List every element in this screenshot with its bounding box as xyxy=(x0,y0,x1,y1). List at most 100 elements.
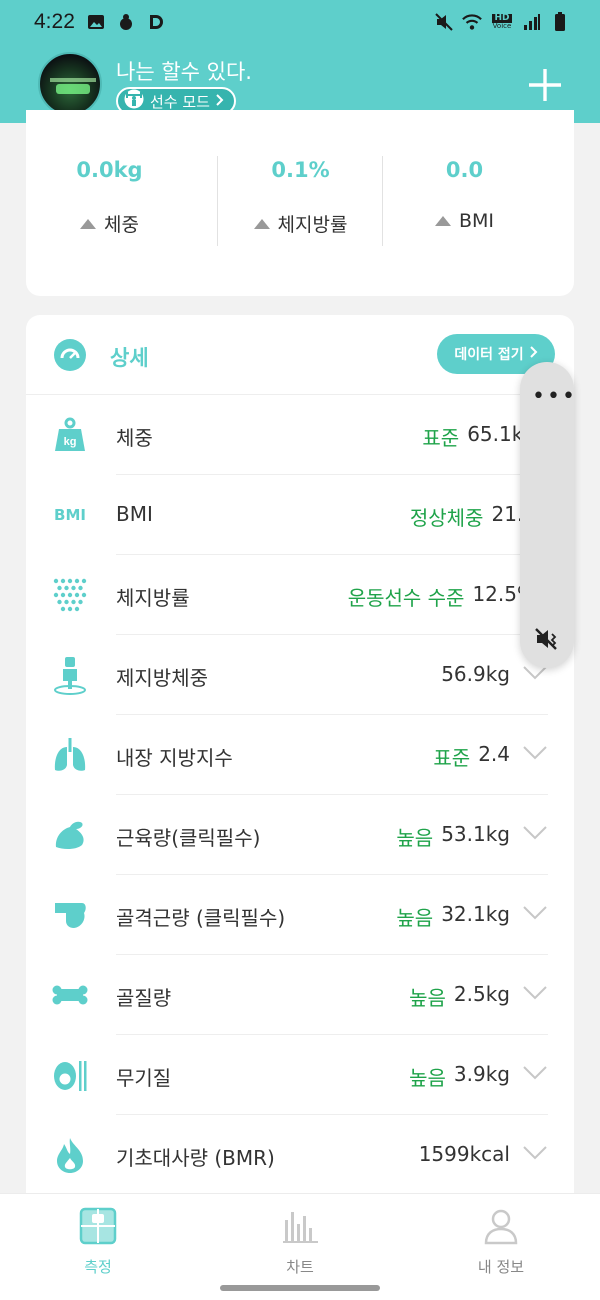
metric-row-body-fat[interactable]: 체지방률 운동선수 수준 12.5% xyxy=(26,555,574,635)
nav-label: 내 정보 xyxy=(477,1258,525,1276)
metric-value: 2.5kg xyxy=(453,982,510,1006)
vibrate-mute-icon[interactable] xyxy=(534,626,560,652)
chevron-down-icon xyxy=(523,1146,547,1160)
metric-label: 골격근량 (클릭필수) xyxy=(116,906,286,930)
nav-label: 측정 xyxy=(84,1258,112,1276)
metric-label: 체지방률 xyxy=(116,586,190,610)
d-app-icon xyxy=(146,12,166,32)
metric-label: 제지방체중 xyxy=(116,666,208,690)
chevron-down-icon xyxy=(523,906,547,920)
triangle-up-icon xyxy=(80,218,97,229)
home-indicator[interactable] xyxy=(220,1285,380,1291)
bmi-icon: BMI xyxy=(54,506,86,524)
avatar[interactable] xyxy=(38,52,102,116)
svg-text:kg: kg xyxy=(64,436,77,448)
nav-my-info[interactable]: 내 정보 xyxy=(441,1206,561,1277)
metric-status: 높음 xyxy=(396,906,434,930)
metric-label: 골질량 xyxy=(116,986,172,1010)
app-header: 4:22 HD Voice 나는 할수 있다. 선수 모드 xyxy=(0,0,600,123)
chevron-down-icon xyxy=(523,826,547,840)
signal-icon xyxy=(522,12,542,32)
person-pin-icon xyxy=(50,655,90,695)
nav-label: 차트 xyxy=(286,1258,314,1276)
chevron-right-icon xyxy=(216,92,224,110)
gauge-icon xyxy=(54,339,86,371)
metric-value: 32.1kg xyxy=(441,902,510,926)
metric-status: 정상체중 xyxy=(409,506,484,530)
metric-status: 높음 xyxy=(409,986,446,1010)
scale-icon xyxy=(78,1206,118,1246)
metric-label: BMI xyxy=(116,502,153,526)
triangle-up-icon xyxy=(253,218,270,229)
summary-bmi: 0.0 BMI xyxy=(382,158,547,232)
summary-value: 0.1% xyxy=(271,158,330,182)
status-bar: 4:22 HD Voice xyxy=(0,0,600,46)
summary-value: 0.0 xyxy=(445,158,484,182)
dots-icon xyxy=(50,575,90,615)
metric-label: 체중 xyxy=(116,426,153,450)
metric-label: 기초대사량 (BMR) xyxy=(116,1146,275,1170)
summary-value: 0.0kg xyxy=(76,158,143,182)
plus-icon xyxy=(526,69,564,108)
muscle-icon xyxy=(50,815,90,855)
metric-value: 1599kcal xyxy=(418,1142,510,1166)
summary-weight: 0.0kg 체중 xyxy=(27,158,192,237)
metric-label: 무기질 xyxy=(116,1066,172,1090)
metric-status: 표준 xyxy=(433,746,471,770)
metric-value: 56.9kg xyxy=(441,662,510,686)
metric-label: 내장 지방지수 xyxy=(116,746,233,770)
metric-status: 높음 xyxy=(396,826,434,850)
chevron-down-icon xyxy=(523,986,547,1000)
metric-row-weight[interactable]: kg 체중 표준 65.1kg xyxy=(26,395,574,475)
metric-value: 2.4 xyxy=(478,742,510,766)
collapse-label: 데이터 접기 xyxy=(454,347,524,363)
user-icon xyxy=(481,1206,521,1246)
mineral-icon xyxy=(50,1055,90,1095)
metric-label: 근육량(클릭필수) xyxy=(116,826,261,850)
detail-header: 상세 데이터 접기 xyxy=(26,315,574,395)
summary-body-fat: 0.1% 체지방률 xyxy=(218,158,383,237)
status-time: 4:22 xyxy=(34,10,75,33)
metric-row-visceral-fat[interactable]: 내장 지방지수 표준 2.4 xyxy=(26,715,574,795)
metric-row-bmi[interactable]: BMI BMI 정상체중 21.5 xyxy=(26,475,574,555)
summary-card: 0.0kg 체중 0.1% 체지방률 0.0 BMI xyxy=(26,110,574,296)
metric-row-mineral[interactable]: 무기질 높음 3.9kg xyxy=(26,1035,574,1115)
summary-label: BMI xyxy=(458,210,495,232)
nav-measure[interactable]: 측정 xyxy=(38,1206,158,1277)
chevron-down-icon xyxy=(523,746,547,760)
metric-row-bone-mass[interactable]: 골질량 높음 2.5kg xyxy=(26,955,574,1035)
bar-chart-icon xyxy=(280,1206,320,1246)
battery-icon xyxy=(550,12,570,32)
squirrel-icon xyxy=(116,12,136,32)
mode-label: 선수 모드 xyxy=(150,92,210,111)
image-icon xyxy=(86,12,106,32)
summary-label: 체중 xyxy=(104,214,139,236)
bottom-nav: 측정 차트 내 정보 xyxy=(0,1193,600,1300)
chevron-down-icon xyxy=(523,1066,547,1080)
triangle-up-icon xyxy=(434,216,451,226)
metric-value: 53.1kg xyxy=(441,822,510,846)
wifi-icon xyxy=(462,12,482,32)
detail-title: 상세 xyxy=(110,346,149,370)
metric-row-muscle-mass[interactable]: 근육량(클릭필수) 높음 53.1kg xyxy=(26,795,574,875)
metric-row-skeletal-muscle[interactable]: 골격근량 (클릭필수) 높음 32.1kg xyxy=(26,875,574,955)
metric-row-lean-mass[interactable]: 제지방체중 56.9kg xyxy=(26,635,574,715)
bone-icon xyxy=(50,975,90,1015)
lungs-icon xyxy=(50,735,90,775)
profile-name: 나는 할수 있다. xyxy=(116,60,252,84)
hd-voice-icon: HD Voice xyxy=(492,13,512,30)
metric-status: 높음 xyxy=(409,1066,446,1090)
add-button[interactable] xyxy=(526,66,564,104)
metric-status: 운동선수 수준 xyxy=(347,586,465,610)
metric-value: 3.9kg xyxy=(453,1062,510,1086)
more-options-icon[interactable]: ••• xyxy=(532,384,577,409)
nav-chart[interactable]: 차트 xyxy=(240,1206,360,1277)
metric-status: 표준 xyxy=(422,426,460,450)
arm-icon xyxy=(50,895,90,935)
mute-icon xyxy=(434,12,454,32)
chevron-right-icon xyxy=(529,346,538,362)
weight-icon: kg xyxy=(50,415,90,455)
volume-side-panel[interactable]: ••• xyxy=(520,362,577,668)
metric-row-bmr[interactable]: 기초대사량 (BMR) 1599kcal xyxy=(26,1115,574,1195)
summary-label: 체지방률 xyxy=(277,214,348,236)
